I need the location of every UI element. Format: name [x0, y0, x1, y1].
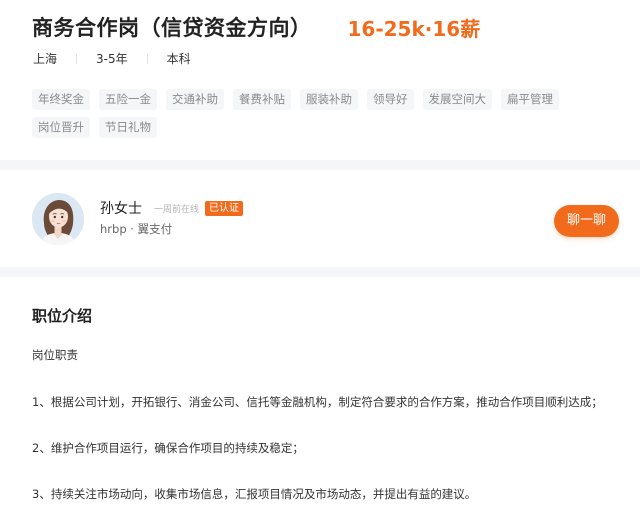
- recruiter-name-row: 孙女士 一周前在线 已认证: [100, 198, 244, 218]
- meta-divider: [146, 53, 148, 64]
- section-divider: [0, 160, 640, 170]
- benefit-tag: 节日礼物: [99, 117, 157, 138]
- responsibilities-heading: 岗位职责: [32, 348, 78, 362]
- description-title: 职位介绍: [32, 307, 93, 325]
- chat-button[interactable]: 聊一聊: [554, 205, 619, 237]
- section-divider: [0, 267, 640, 277]
- benefit-tag: 五险一金: [99, 89, 157, 110]
- job-header: 商务合作岗（信贷资金方向） 16-25k·16薪 上海 3-5年 本科 年终奖金…: [0, 0, 640, 160]
- job-meta: 上海 3-5年 本科: [33, 50, 191, 67]
- job-education: 本科: [166, 52, 191, 66]
- job-title-row: 商务合作岗（信贷资金方向） 16-25k·16薪: [32, 12, 480, 42]
- benefit-tags: 年终奖金 五险一金 交通补助 餐费补贴 服装补助 领导好 发展空间大 扁平管理 …: [32, 89, 602, 138]
- benefit-tag: 年终奖金: [32, 89, 90, 110]
- job-experience: 3-5年: [96, 52, 128, 66]
- job-location: 上海: [33, 52, 58, 66]
- responsibility-item: 1、根据公司计划，开拓银行、消金公司、信托等金融机构，制定符合要求的合作方案，推…: [32, 395, 603, 409]
- benefit-tag: 岗位晋升: [32, 117, 90, 138]
- benefit-tag: 发展空间大: [422, 89, 492, 110]
- benefit-tag: 领导好: [367, 89, 414, 110]
- meta-divider: [76, 53, 78, 64]
- recruiter-name: 孙女士: [100, 201, 142, 217]
- woman-avatar-icon[interactable]: [32, 193, 84, 245]
- recruiter-card[interactable]: 孙女士 一周前在线 已认证 hrbp · 翼支付 聊一聊: [0, 170, 640, 267]
- benefit-tag: 扁平管理: [501, 89, 559, 110]
- responsibility-item: 3、持续关注市场动向，收集市场信息，汇报项目情况及市场动态，并提出有益的建议。: [32, 487, 477, 501]
- avatar-illustration: [32, 193, 84, 245]
- benefit-tag: 交通补助: [166, 89, 224, 110]
- job-salary: 16-25k·16薪: [347, 16, 481, 41]
- job-description: 职位介绍 岗位职责 1、根据公司计划，开拓银行、消金公司、信托等金融机构，制定符…: [0, 277, 640, 524]
- job-title: 商务合作岗（信贷资金方向）: [32, 16, 312, 40]
- recruiter-title: hrbp · 翼支付: [100, 222, 173, 236]
- online-status: 一周前在线: [154, 204, 200, 215]
- benefit-tag: 餐费补贴: [233, 89, 291, 110]
- verified-badge: 已认证: [205, 200, 244, 216]
- benefit-tag: 服装补助: [300, 89, 358, 110]
- responsibility-item: 2、维护合作项目运行，确保合作项目的持续及稳定；: [32, 441, 304, 455]
